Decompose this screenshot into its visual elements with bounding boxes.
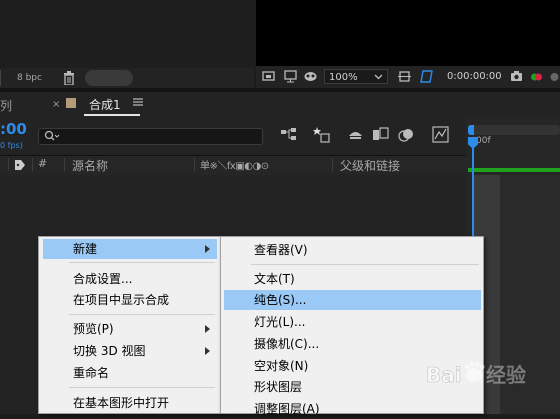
menu-item-new[interactable]: 新建 bbox=[43, 239, 217, 259]
column-number[interactable]: # bbox=[38, 157, 47, 170]
submenu-item-light[interactable]: 灯光(L)... bbox=[224, 312, 481, 332]
composition-flowchart-icon[interactable] bbox=[280, 126, 297, 143]
close-icon[interactable]: × bbox=[52, 99, 60, 110]
thumbnail-slider[interactable] bbox=[85, 70, 133, 86]
active-tab-indicator bbox=[84, 114, 140, 116]
mask-visibility-icon[interactable] bbox=[304, 70, 317, 83]
zoom-value: 100% bbox=[329, 72, 358, 83]
time-navigator[interactable] bbox=[468, 125, 560, 135]
viewer-toolbar bbox=[256, 66, 560, 88]
submenu-item-adjustment-layer[interactable]: 调整图层(A) bbox=[224, 399, 481, 419]
viewer-timecode[interactable]: 0:00:00:00 bbox=[447, 69, 502, 84]
menu-item-open-in-essential-graphics[interactable]: 在基本图形中打开 bbox=[43, 393, 217, 413]
submenu-item-viewer[interactable]: 查看器(V) bbox=[224, 240, 481, 260]
graph-editor-icon[interactable] bbox=[432, 126, 449, 143]
label-tag-icon bbox=[15, 160, 25, 170]
ruler-label: 00f bbox=[476, 136, 491, 146]
chevron-right-icon bbox=[205, 347, 210, 355]
always-preview-icon[interactable] bbox=[262, 70, 275, 83]
transparency-grid-icon[interactable] bbox=[420, 70, 433, 83]
menu-item-reveal-in-project[interactable]: 在项目中显示合成 bbox=[43, 290, 217, 310]
tab-render-queue[interactable]: 列 bbox=[0, 97, 12, 114]
menu-separator bbox=[69, 314, 215, 315]
menu-separator bbox=[69, 387, 215, 388]
baidu-watermark-logo: Bai 经验 bbox=[426, 362, 526, 387]
region-of-interest-icon[interactable] bbox=[398, 70, 411, 83]
chevron-right-icon bbox=[205, 325, 210, 333]
work-area-bar[interactable] bbox=[468, 168, 560, 172]
svg-text:经验: 经验 bbox=[486, 363, 526, 387]
show-channel-icon[interactable] bbox=[530, 70, 543, 83]
menu-separator bbox=[69, 262, 215, 263]
chevron-down-icon bbox=[374, 74, 383, 80]
chevron-right-icon bbox=[205, 245, 210, 253]
current-time-display[interactable]: :00 bbox=[0, 120, 27, 138]
submenu-item-text[interactable]: 文本(T) bbox=[224, 269, 481, 289]
column-divider[interactable] bbox=[64, 158, 65, 171]
menu-item-composition-settings[interactable]: 合成设置... bbox=[43, 269, 217, 289]
trash-icon[interactable] bbox=[63, 71, 75, 85]
svg-text:Bai: Bai bbox=[426, 363, 462, 387]
snapshot-icon[interactable] bbox=[510, 70, 523, 83]
frame-blending-icon[interactable] bbox=[372, 126, 389, 143]
time-navigator-handle[interactable] bbox=[468, 125, 474, 135]
fps-label: 0 fps) bbox=[0, 141, 23, 150]
submenu-item-solid[interactable]: 纯色(S)... bbox=[224, 290, 481, 310]
hide-shy-layers-icon[interactable] bbox=[347, 126, 364, 143]
column-divider[interactable] bbox=[8, 158, 9, 171]
composition-viewer[interactable] bbox=[256, 0, 560, 66]
draft-3d-icon[interactable] bbox=[313, 126, 330, 143]
search-icon bbox=[44, 130, 60, 141]
submenu-item-camera[interactable]: 摄像机(C)... bbox=[224, 334, 481, 354]
column-source-name[interactable]: 源名称 bbox=[72, 157, 108, 174]
menu-item-switch-3d-view[interactable]: 切换 3D 视图 bbox=[43, 341, 217, 361]
layer-search-input[interactable] bbox=[38, 128, 263, 145]
column-divider[interactable] bbox=[194, 158, 195, 171]
column-switches[interactable]: 单※＼fx▣◐◑⊙ bbox=[200, 157, 269, 172]
menu-item-preview[interactable]: 预览(P) bbox=[43, 319, 217, 339]
column-divider[interactable] bbox=[332, 158, 333, 171]
comp-color-swatch bbox=[66, 98, 76, 108]
context-menu: 新建 合成设置... 在项目中显示合成 预览(P) 切换 3D 视图 重命名 在… bbox=[38, 236, 222, 414]
menu-item-rename[interactable]: 重命名 bbox=[43, 363, 217, 383]
column-divider[interactable] bbox=[32, 158, 33, 171]
monitor-icon[interactable] bbox=[284, 70, 297, 83]
menu-separator bbox=[251, 264, 479, 265]
column-parent-link[interactable]: 父级和链接 bbox=[340, 157, 400, 174]
channel-more-icon[interactable] bbox=[548, 70, 560, 83]
zoom-select[interactable]: 100% bbox=[324, 69, 388, 84]
motion-blur-icon[interactable] bbox=[398, 126, 415, 143]
tab-composition[interactable]: 合成1 bbox=[89, 96, 121, 113]
bit-depth-button[interactable]: 8 bpc bbox=[0, 70, 49, 86]
panel-menu-icon[interactable] bbox=[133, 97, 143, 107]
